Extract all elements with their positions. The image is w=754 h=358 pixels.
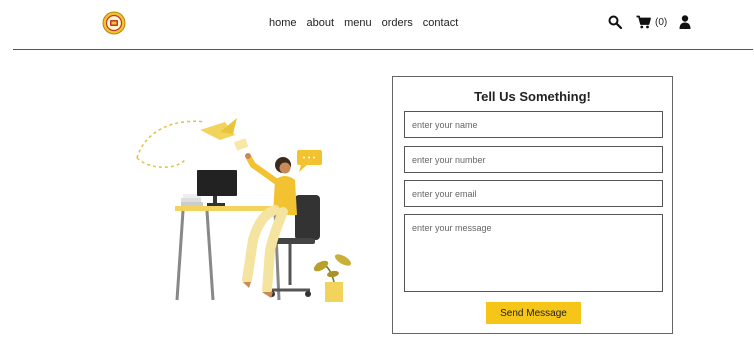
message-textarea[interactable] — [404, 214, 663, 292]
contact-form: Tell Us Something! Send Message — [392, 76, 673, 334]
cart-icon[interactable] — [636, 15, 651, 29]
send-message-button[interactable]: Send Message — [486, 302, 581, 324]
logo-emblem-icon — [102, 11, 126, 35]
nav-orders[interactable]: orders — [382, 17, 413, 29]
main-nav: home about menu orders contact — [269, 17, 458, 29]
contact-illustration — [125, 110, 365, 310]
header-icons: (0) — [608, 15, 691, 29]
header-divider — [13, 49, 753, 50]
cart-count: (0) — [655, 16, 668, 28]
user-icon[interactable] — [679, 15, 691, 29]
nav-contact[interactable]: contact — [423, 17, 458, 29]
header: home about menu orders contact (0) — [0, 0, 754, 50]
nav-home[interactable]: home — [269, 17, 297, 29]
number-input[interactable] — [404, 146, 663, 173]
nav-menu[interactable]: menu — [344, 17, 372, 29]
nav-about[interactable]: about — [307, 17, 335, 29]
form-title: Tell Us Something! — [474, 89, 591, 104]
email-input[interactable] — [404, 180, 663, 207]
search-icon[interactable] — [608, 15, 622, 29]
name-input[interactable] — [404, 111, 663, 138]
customer-support-illustration — [136, 118, 352, 302]
logo[interactable] — [102, 11, 126, 35]
